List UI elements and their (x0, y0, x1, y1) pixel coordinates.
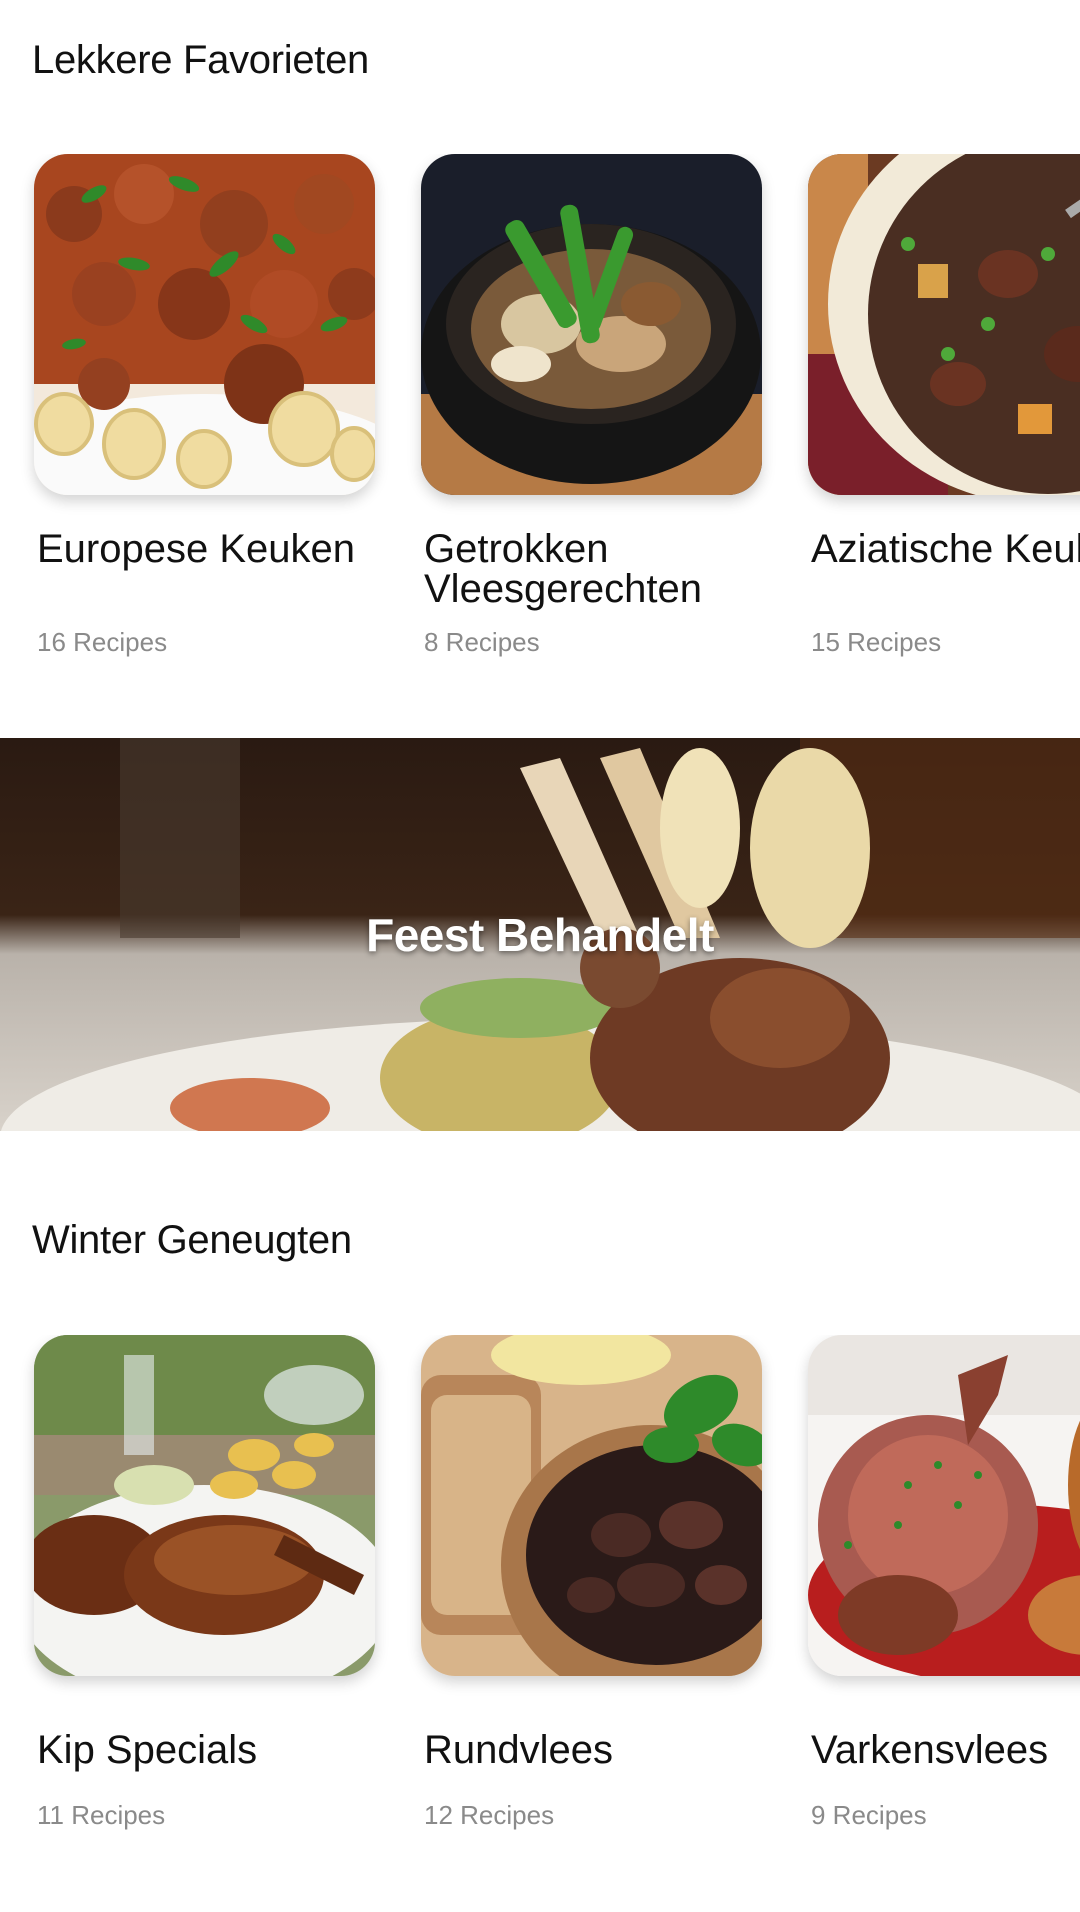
category-card-braised[interactable]: Getrokken Vleesgerechten 8 Recipes (421, 154, 762, 658)
category-title: Varkensvlees (811, 1728, 1049, 1772)
category-title: Getrokken Vleesgerechten (424, 527, 702, 611)
recipe-count: 12 Recipes (424, 1800, 555, 1830)
category-image-chicken[interactable] (34, 1335, 375, 1676)
category-carousel-winter[interactable]: Kip Specials 11 Recipes Rundvlees 12 Rec… (0, 1335, 1080, 1855)
category-image-european[interactable] (34, 154, 375, 495)
category-carousel-favorites[interactable]: Europese Keuken 16 Recipes Getrokken Vle… (0, 154, 1080, 674)
recipe-count: 8 Recipes (424, 627, 540, 657)
category-card-asian[interactable]: Aziatische Keuken 15 Recipes (808, 154, 1080, 658)
category-card-beef[interactable]: Rundvlees 12 Recipes (421, 1335, 762, 1831)
featured-banner[interactable]: Feest Behandelt (0, 738, 1080, 1131)
category-title: Kip Specials (37, 1728, 258, 1772)
category-card-chicken[interactable]: Kip Specials 11 Recipes (34, 1335, 375, 1831)
section-title-favorites: Lekkere Favorieten (32, 38, 370, 82)
recipe-count: 15 Recipes (811, 627, 942, 657)
category-title: Rundvlees (424, 1728, 614, 1772)
recipe-count: 11 Recipes (37, 1800, 166, 1830)
category-title: Aziatische Keuken (811, 527, 1080, 571)
category-image-braised[interactable] (421, 154, 762, 495)
category-card-pork[interactable]: Varkensvlees 9 Recipes (808, 1335, 1080, 1831)
category-image-beef[interactable] (421, 1335, 762, 1676)
recipe-count: 16 Recipes (37, 627, 168, 657)
section-title-winter: Winter Geneugten (32, 1218, 352, 1262)
category-image-pork[interactable] (808, 1335, 1080, 1676)
recipe-count: 9 Recipes (811, 1800, 927, 1830)
category-card-european[interactable]: Europese Keuken 16 Recipes (34, 154, 375, 658)
category-title: Europese Keuken (37, 527, 356, 571)
banner-title: Feest Behandelt (366, 909, 714, 961)
category-image-asian[interactable] (808, 154, 1080, 495)
